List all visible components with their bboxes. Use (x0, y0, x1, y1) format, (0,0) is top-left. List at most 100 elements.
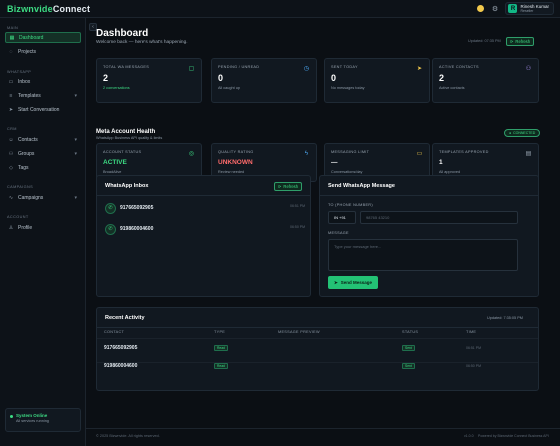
message-textarea[interactable]: Type your message here... (328, 239, 518, 271)
health-value: ACTIVE (103, 159, 127, 166)
health-sub: All approved (439, 170, 461, 174)
refresh-button[interactable]: ⟳ Refresh (506, 37, 534, 46)
bolt-icon: ϟ (304, 150, 309, 157)
refresh-icon: ⟳ (509, 39, 514, 44)
stat-card-total-messages: TOTAL WA MESSAGES 2 2 conversations ▢ (96, 58, 202, 103)
sidebar-item-templates[interactable]: ≡ Templates ▾ (5, 90, 81, 101)
phone-input[interactable]: 98765 43210 (360, 211, 518, 224)
stat-value: 2 (103, 73, 109, 83)
whatsapp-inbox-panel: WhatsApp Inbox ⟳ Refresh ✆ 917665092905 0… (96, 175, 311, 297)
clock-icon: ◷ (303, 66, 310, 72)
inbox-icon: ▭ (8, 78, 14, 85)
row-time: 06:51 PM (466, 346, 481, 350)
activity-title: Recent Activity (105, 315, 145, 321)
sidebar-item-label: Campaigns (18, 194, 44, 201)
col-status: STATUS (402, 330, 419, 334)
sidebar-item-dashboard[interactable]: ▦ Dashboard (5, 32, 81, 43)
inbox-time: 06:50 PM (290, 225, 305, 229)
system-status-box: System Online All services running (5, 408, 81, 432)
inbox-refresh-button[interactable]: ⟳ Refresh (274, 182, 302, 191)
page-subtitle: Welcome back — here's what's happening. (96, 40, 188, 45)
country-code-select[interactable]: IN +91 (328, 211, 356, 224)
send-icon: ➤ (333, 279, 338, 285)
chevron-down-icon: ▾ (74, 194, 77, 201)
sidebar-section-main: MAIN (7, 26, 19, 30)
row-contact: 917665092905 (104, 345, 138, 351)
groups-icon: ⚇ (8, 150, 14, 157)
message-icon: ▭ (416, 151, 423, 157)
divider (320, 195, 538, 196)
send-message-button[interactable]: ➤ Send Message (328, 276, 378, 289)
chevron-down-icon: ▾ (74, 92, 77, 99)
stat-value: 0 (331, 73, 337, 83)
chevron-down-icon: ▾ (74, 150, 77, 157)
settings-icon[interactable]: ⚙ (490, 4, 499, 13)
inbox-item[interactable]: ✆ 919860004600 06:50 PM (105, 221, 305, 237)
divider (97, 195, 310, 196)
status-badge: Sent (402, 345, 415, 351)
sidebar-item-groups[interactable]: ⚇ Groups ▾ (5, 148, 81, 159)
user-menu[interactable]: R Rinesh Kumar Reseller (505, 2, 554, 15)
sidebar-item-label: Tags (18, 164, 29, 171)
col-type: TYPE (214, 330, 226, 334)
sidebar-item-start-conversation[interactable]: ➤ Start Conversation (5, 104, 81, 115)
inbox-item[interactable]: ✆ 917665092905 06:51 PM (105, 200, 305, 216)
type-badge: Read (214, 345, 228, 351)
logo-part-2: Connect (52, 3, 91, 14)
sidebar-item-label: Start Conversation (18, 106, 60, 113)
doc-icon: ▤ (525, 151, 532, 157)
health-sub: Review needed (218, 170, 245, 174)
grid-icon: ▦ (9, 34, 15, 41)
sidebar-item-label: Profile (18, 224, 33, 231)
sidebar-item-contacts[interactable]: ☺ Contacts ▾ (5, 134, 81, 145)
whatsapp-avatar-icon: ✆ (105, 202, 116, 214)
divider (97, 327, 538, 328)
sidebar-section-crm: CRM (7, 127, 17, 131)
system-status-title: System Online (16, 413, 48, 418)
sidebar-item-inbox[interactable]: ▭ Inbox (5, 76, 81, 87)
status-dot-icon (477, 5, 485, 12)
chat-icon: ▢ (188, 66, 195, 72)
stat-value: 2 (439, 73, 445, 83)
status-badge: Sent (402, 363, 415, 369)
sidebar-item-campaigns[interactable]: ∿ Campaigns ▾ (5, 192, 81, 203)
row-time: 06:50 PM (466, 364, 481, 368)
stat-sub: 2 conversations (103, 86, 130, 90)
sidebar-item-label: Projects (18, 48, 37, 55)
check-icon: ◎ (188, 151, 195, 157)
stat-card-sent-today: SENT TODAY 0 No messages today ➤ (324, 58, 430, 103)
stat-value: 0 (218, 73, 224, 83)
sidebar-item-tags[interactable]: ◇ Tags (5, 162, 81, 173)
wave-icon: ∿ (8, 194, 14, 201)
sidebar-item-projects[interactable]: ◌ Projects (5, 46, 81, 57)
inbox-title: WhatsApp Inbox (105, 183, 149, 189)
app-logo[interactable]: BizwnvideConnect (0, 4, 90, 14)
inbox-number: 917665092905 (120, 205, 154, 211)
divider (97, 362, 538, 363)
contacts-icon: ☺ (8, 136, 14, 143)
sidebar-item-label: Groups (18, 150, 35, 157)
health-sub: BroadAlive (103, 170, 122, 174)
whatsapp-avatar-icon: ✆ (105, 223, 116, 235)
stat-label: PENDING / UNREAD (218, 65, 260, 69)
inbox-number: 919860004600 (120, 226, 154, 232)
phone-label: TO (PHONE NUMBER) (328, 203, 373, 207)
chevron-down-icon: ▾ (74, 136, 77, 143)
send-label: Send Message (340, 280, 373, 285)
health-title: Meta Account Health (96, 129, 156, 135)
stat-sub: Active contacts (439, 86, 465, 90)
health-value: 1 (439, 159, 443, 166)
type-badge: Read (214, 363, 228, 369)
user-role: Reseller (520, 9, 534, 13)
health-value: — (331, 159, 338, 166)
tag-icon: ◇ (9, 164, 13, 171)
send-icon: ➤ (8, 106, 14, 113)
health-label: ACCOUNT STATUS (103, 150, 142, 154)
send-message-panel: Send WhatsApp Message TO (PHONE NUMBER) … (319, 175, 539, 297)
health-sub: Conversations/day (331, 170, 363, 174)
connected-badge: ● CONNECTED (504, 129, 541, 137)
health-subtitle: WhatsApp Business API quality & limits (96, 136, 163, 140)
sidebar-item-profile[interactable]: ♙ Profile (5, 222, 81, 233)
stat-sub: All caught up (218, 86, 240, 90)
refresh-label: Refresh (283, 184, 299, 189)
